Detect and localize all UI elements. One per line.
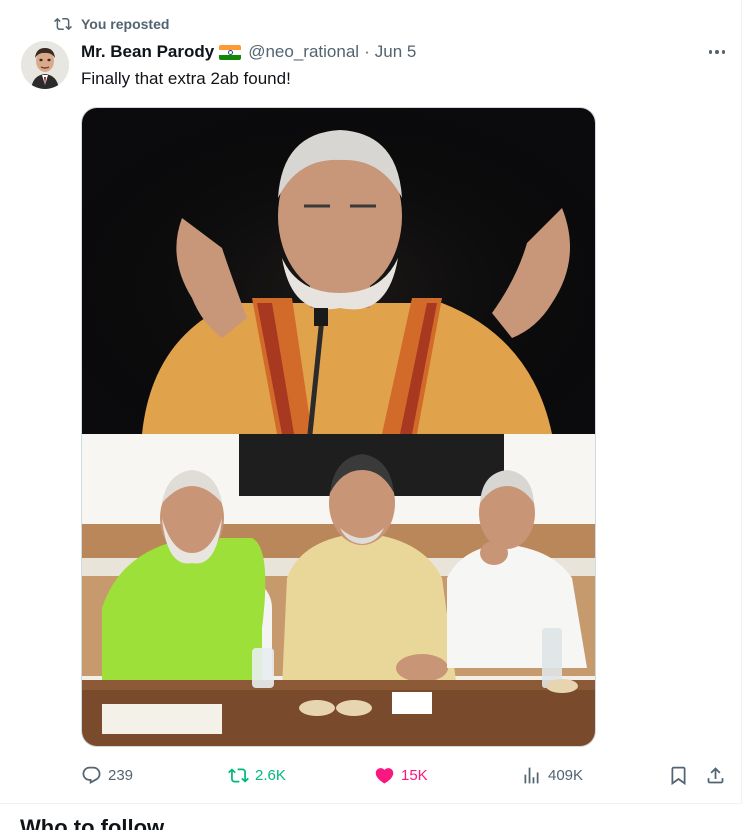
repost-count: 2.6K: [255, 766, 286, 784]
who-to-follow-heading: Who to follow: [20, 815, 165, 830]
tweet-text: Finally that extra 2ab found!: [81, 69, 291, 88]
repost-banner-label: You reposted: [81, 16, 170, 32]
more-options-icon[interactable]: [704, 41, 730, 63]
reply-count: 239: [108, 766, 134, 784]
media-image: [82, 108, 595, 746]
author-display-name[interactable]: Mr. Bean Parody: [81, 42, 214, 62]
india-flag-icon: [219, 44, 242, 60]
tweet-header: Mr. Bean Parody @neo_rational · Jun 5: [81, 41, 416, 63]
avatar[interactable]: [21, 41, 69, 89]
repost-button[interactable]: 2.6K: [228, 762, 286, 788]
like-count: 15K: [401, 766, 428, 784]
author-handle[interactable]: @neo_rational: [248, 42, 359, 62]
tweet-date[interactable]: Jun 5: [375, 42, 417, 62]
reply-button[interactable]: 239: [81, 762, 133, 788]
section-divider: [0, 803, 742, 804]
bookmark-button[interactable]: [668, 762, 689, 788]
bookmark-icon: [671, 766, 686, 785]
views-button[interactable]: 409K: [521, 762, 583, 788]
tweet-media[interactable]: [81, 107, 596, 747]
repost-icon: [228, 767, 249, 783]
repost-banner: You reposted: [54, 14, 169, 34]
share-icon: [707, 766, 724, 783]
reply-icon: [82, 766, 101, 784]
repost-icon: [54, 17, 72, 31]
tweet-actions: 239 2.6K 15K 409K: [81, 762, 731, 788]
views-count: 409K: [548, 766, 584, 784]
heart-icon: [375, 767, 394, 784]
tweet-card[interactable]: You reposted Mr. Bean Parody @neo_ration…: [0, 0, 742, 803]
like-button[interactable]: 15K: [374, 762, 428, 788]
analytics-icon: [524, 767, 539, 783]
separator-dot: ·: [364, 42, 370, 61]
share-button[interactable]: [705, 762, 726, 788]
